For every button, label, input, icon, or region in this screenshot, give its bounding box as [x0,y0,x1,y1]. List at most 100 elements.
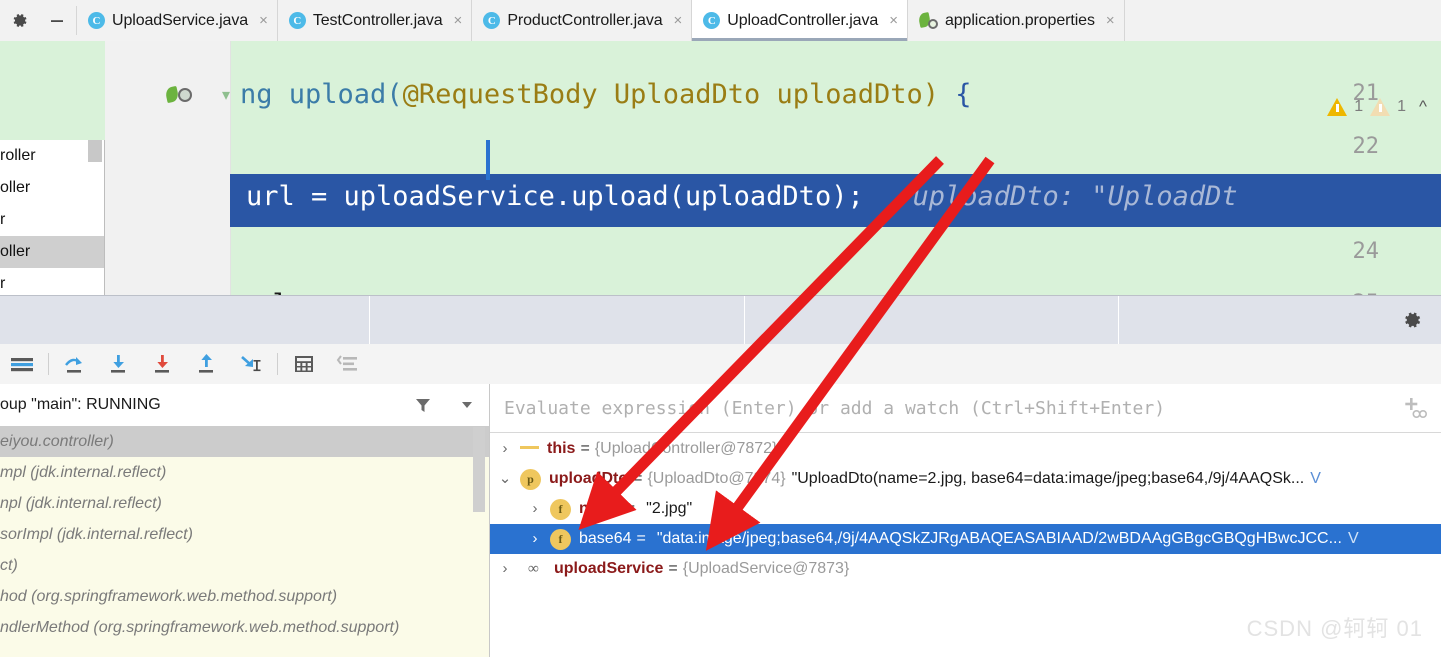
watermark: CSDN @轲轲 01 [1246,616,1423,641]
list-item[interactable]: oller [0,236,104,268]
minimize-icon [51,19,63,22]
frames-scroll-thumb[interactable] [473,427,485,512]
frame-label: npl (jdk.internal.reflect) [0,495,162,512]
tab-close-icon[interactable]: × [1106,12,1115,29]
frame-label: sorImpl (jdk.internal.reflect) [0,526,193,543]
tab-upload-controller[interactable]: C UploadController.java × [692,0,908,41]
tab-application-properties[interactable]: application.properties × [907,0,1125,41]
code-fold-icon[interactable]: ▾ [222,85,230,105]
evaluate-expression-bar[interactable]: Evaluate expression (Enter) or add a wat… [490,384,1441,433]
frame-row[interactable]: ct) [0,550,489,581]
inspection-widget[interactable]: 1 1 ^ [1327,97,1427,117]
step-out-icon[interactable] [185,344,229,384]
debug-panel-header [0,295,1441,345]
debug-settings-button[interactable] [1401,309,1423,335]
editor-tab-bar: C UploadService.java × C TestController.… [0,0,1441,42]
list-item[interactable]: r [0,204,104,236]
header-divider [369,296,370,345]
tab-label: TestController.java [312,11,443,29]
tab-upload-service[interactable]: C UploadService.java × [77,0,278,41]
minimize-button[interactable] [38,0,76,41]
tab-close-icon[interactable]: × [889,12,898,29]
frame-row[interactable]: mpl (jdk.internal.reflect) [0,457,489,488]
expand-arrow-icon[interactable]: › [490,434,520,464]
spring-bean-gutter-icon[interactable] [164,85,192,107]
settings-button[interactable] [0,0,38,41]
tab-close-icon[interactable]: × [259,12,268,29]
weak-warning-icon [1370,98,1391,116]
frame-row[interactable]: eiyou.controller) [0,426,489,457]
tab-product-controller[interactable]: C ProductController.java × [472,0,693,41]
variable-name: this [547,440,576,457]
equals-sign: = [633,470,643,487]
evaluate-expression-icon[interactable] [282,344,326,384]
list-item[interactable]: oller [0,172,104,204]
expand-arrow-icon[interactable]: › [520,524,550,554]
variable-name: uploadService [554,560,664,577]
step-into-icon[interactable] [97,344,141,384]
variable-name: uploadDto [549,470,629,487]
show-execution-point-icon[interactable] [0,344,44,384]
watch-badge-icon: ∞ [528,561,539,577]
filter-icon[interactable] [401,395,445,415]
variable-name: name [579,500,621,517]
panel-resize-marker[interactable] [486,140,490,180]
debug-frames-panel[interactable]: oup "main": RUNNING eiyou.controller) mp… [0,384,490,657]
frame-row[interactable]: hod (org.springframework.web.method.supp… [0,581,489,612]
collapse-arrow-icon[interactable]: ⌄ [490,464,520,494]
tab-label: ProductController.java [507,11,663,29]
variable-reference: {UploadController@7872} [594,440,778,457]
variable-value: "data:image/jpeg;base64,/9j/4AAQSkZJRgAB… [656,530,1342,547]
variable-row-upload-service[interactable]: › ∞ uploadService = {UploadService@7873} [490,554,1441,584]
tab-close-icon[interactable]: × [454,12,463,29]
expand-arrow-icon[interactable]: › [490,554,520,584]
view-more-link[interactable]: V [1310,464,1321,494]
completion-popup[interactable]: roller oller r oller r [0,140,105,301]
variable-row-this[interactable]: › this = {UploadController@7872} [490,434,1441,464]
popup-scroll-thumb[interactable] [88,140,102,162]
variable-value: "UploadDto(name=2.jpg, base64=data:image… [791,470,1305,487]
field-badge-icon: f [550,498,571,520]
object-badge-icon [520,441,539,457]
gear-icon [1405,312,1421,328]
force-step-into-icon[interactable] [141,344,185,384]
frame-row[interactable]: ndlerMethod (org.springframework.web.met… [0,612,489,643]
run-to-cursor-icon[interactable] [229,344,273,384]
equals-sign: = [668,560,678,577]
sort-values-icon[interactable] [326,344,370,384]
java-class-icon: C [288,12,306,29]
frames-panel-header: oup "main": RUNNING [0,384,489,427]
tab-label: application.properties [944,11,1095,29]
spring-properties-icon [917,12,938,29]
field-badge-icon: f [550,528,571,550]
chevron-up-icon[interactable]: ^ [1419,97,1427,117]
editor-gutter[interactable] [105,41,231,295]
header-divider [1118,296,1119,345]
tab-test-controller[interactable]: C TestController.java × [277,0,473,41]
view-more-link[interactable]: V [1348,524,1359,554]
frame-row[interactable]: npl (jdk.internal.reflect) [0,488,489,519]
toolbar-divider [48,353,49,375]
frame-row[interactable]: sorImpl (jdk.internal.reflect) [0,519,489,550]
add-watch-icon[interactable] [1385,395,1441,421]
expand-arrow-icon[interactable]: › [520,494,550,524]
chevron-down-icon[interactable] [445,397,489,413]
thread-status-label: oup "main": RUNNING [0,396,161,413]
header-divider [744,296,745,345]
tab-close-icon[interactable]: × [674,12,683,29]
variable-row-upload-dto[interactable]: ⌄ p uploadDto = {UploadDto@7874} "Upload… [490,464,1441,494]
variable-value: "2.jpg" [646,500,693,517]
frame-label: hod (org.springframework.web.method.supp… [0,588,338,605]
frame-label: eiyou.controller) [0,433,114,450]
java-class-icon: C [703,12,721,29]
variable-row-name[interactable]: › f name = "2.jpg" [490,494,1441,524]
tab-label: UploadController.java [727,11,879,29]
code-line-23-text: url = uploadService.upload(uploadDto); [246,181,864,212]
frame-label: mpl (jdk.internal.reflect) [0,464,167,481]
java-class-icon: C [483,12,501,29]
step-over-icon[interactable] [53,344,97,384]
code-editor[interactable]: 21 22 23 24 25 ▾ ng upload(@RequestBody … [0,41,1441,295]
variable-row-base64[interactable]: › f base64 = "data:image/jpeg;base64,/9j… [490,524,1441,554]
evaluate-expression-input[interactable]: Evaluate expression (Enter) or add a wat… [504,398,1385,419]
variable-reference: {UploadService@7873} [682,560,850,577]
